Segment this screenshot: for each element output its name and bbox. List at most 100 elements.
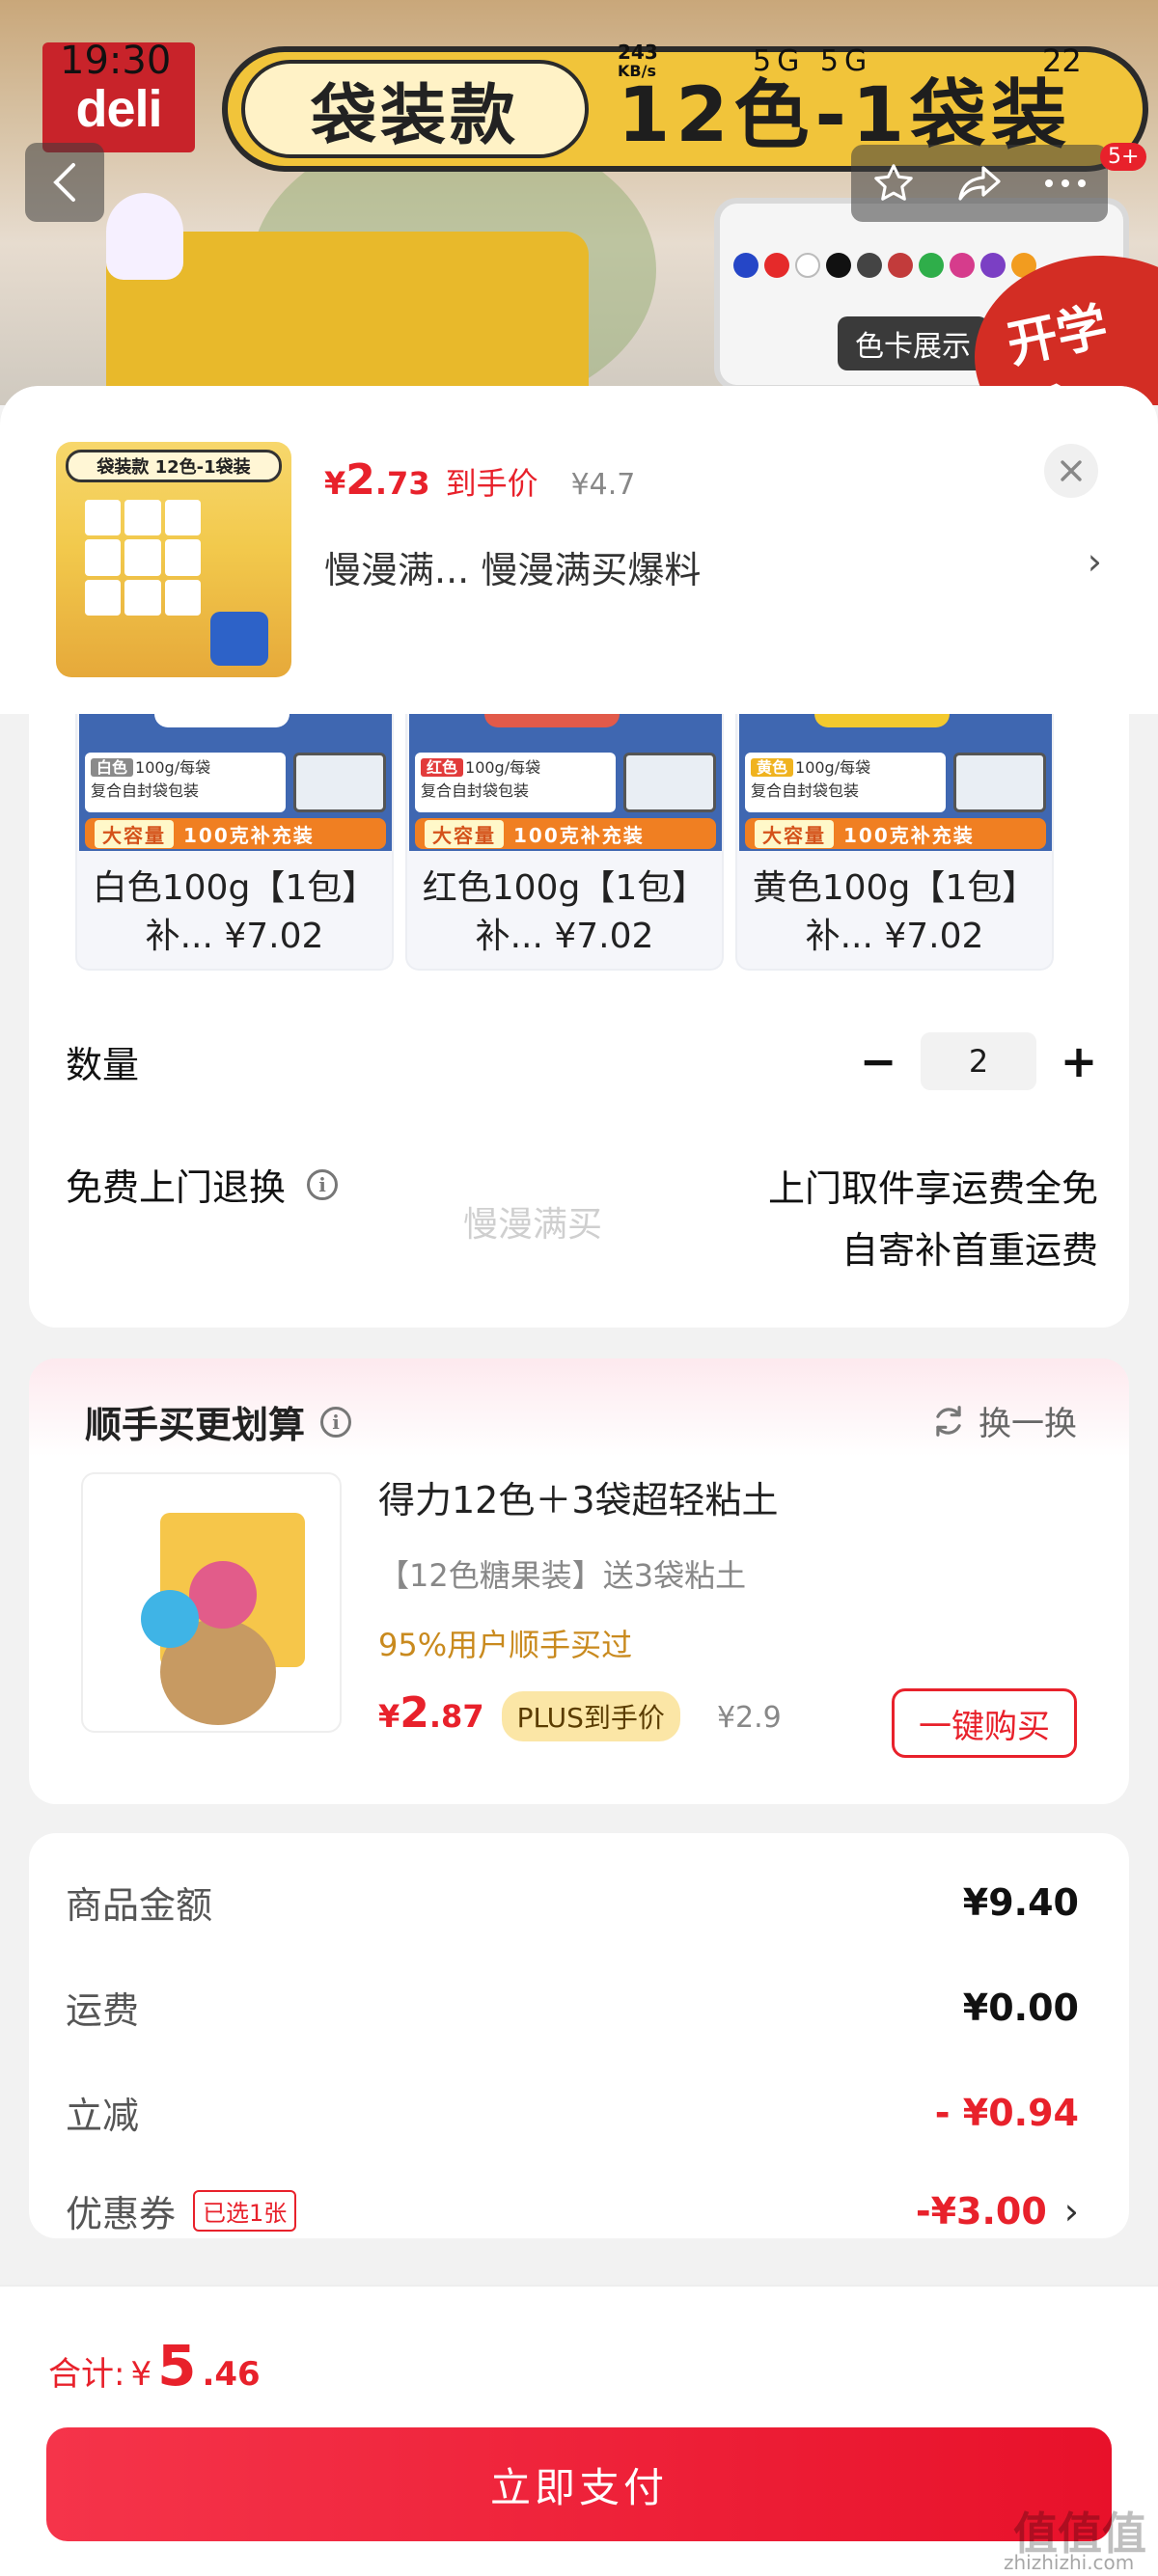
quantity-input[interactable]: 2 [921, 1032, 1036, 1090]
thumbnail-grid [85, 500, 201, 616]
quantity-stepper: − 2 + [859, 1032, 1098, 1090]
recommendation-original-price: ¥2.9 [716, 1701, 782, 1735]
decrease-button[interactable]: − [859, 1035, 897, 1087]
info-icon[interactable]: i [307, 1168, 339, 1200]
quantity-row: 数量 − 2 + [66, 1032, 1098, 1090]
favorite-button[interactable] [851, 145, 937, 222]
variant-option[interactable]: 黄色 100g/每袋 复合自封袋包装 大容量 100克补充装 黄色100g【1包】 … [735, 714, 1054, 971]
site-url: zhizhizhi.com [1004, 2551, 1135, 2574]
recommendation-price-row: ¥2.87 PLUS到手价 ¥2.9 [378, 1688, 782, 1741]
variant-option[interactable]: 白色 100g/每袋 复合自封袋包装 大容量 100克补充装 白色100g【1包】 … [75, 714, 394, 971]
variant-name: 红色100g【1包】 补... ¥7.02 [422, 868, 707, 956]
original-price: ¥4.7 [570, 468, 636, 502]
color-swatch [857, 253, 882, 278]
variant-name: 黄色100g【1包】 补... ¥7.02 [752, 868, 1037, 956]
variant-color-tag: 红色 [421, 758, 464, 777]
close-icon [1061, 460, 1082, 481]
color-swatch [733, 253, 758, 278]
watermark-text: 慢漫满买 [463, 1205, 603, 1245]
video-tutorial-icon [953, 753, 1046, 812]
message-count-badge: 5+ [1100, 143, 1147, 171]
add-on-recommendation-card: 顺手买更划算 i 换一换 得力12色＋3袋超轻粘土 【12色糖果装】送3袋粘土 … [29, 1358, 1129, 1804]
more-button[interactable] [1022, 145, 1108, 222]
top-actions [851, 145, 1108, 222]
status-bar: 19:30 243 KB/s 5G 5G 22 [0, 0, 1158, 125]
share-icon [958, 166, 1001, 201]
order-total: 合计: ¥ 5 .46 [48, 2333, 261, 2398]
color-swatch [826, 253, 851, 278]
refresh-icon [936, 1405, 961, 1437]
color-swatch [764, 253, 789, 278]
chevron-right-icon: › [1087, 540, 1102, 583]
video-tutorial-icon [293, 753, 386, 812]
recommendation-image[interactable] [81, 1472, 342, 1733]
one-click-buy-button[interactable]: 一键购买 [892, 1688, 1077, 1758]
variant-clay-top [154, 714, 290, 727]
variant-band: 大容量 100克补充装 [85, 818, 386, 849]
color-swatch [795, 253, 820, 278]
banner-card-label: 色卡展示 [838, 316, 988, 370]
plus-price-tag: PLUS到手价 [501, 1691, 680, 1741]
price-summary: 商品金额 ¥9.40 运费 ¥0.00 立减 - ¥0.94 优惠券 已选1张 -¥3.… [29, 1833, 1129, 2238]
checkout-footer: 合计: ¥ 5 .46 立即支付 值值值 zhizhizhi.com [0, 2285, 1158, 2576]
pay-now-button[interactable]: 立即支付 [46, 2427, 1112, 2541]
color-swatch [888, 253, 913, 278]
variant-clay-top [814, 714, 950, 727]
back-button[interactable] [25, 143, 104, 222]
recommendation-title: 顺手买更划算 i [85, 1395, 352, 1448]
color-swatches [733, 253, 1036, 278]
status-net-speed: 243 KB/s [618, 41, 658, 80]
recommendation-desc: 【12色糖果装】送3袋粘土 [378, 1557, 747, 1594]
recommendation-price: ¥2.87 [378, 1688, 484, 1738]
share-button[interactable] [937, 145, 1023, 222]
variant-pack: 复合自封袋包装 [751, 781, 860, 800]
final-price: ¥2.73 [324, 455, 430, 505]
star-icon [874, 164, 914, 201]
sheet-header: 袋装款 12色-1袋装 ¥2.73 到手价 ¥4.7 慢漫满... 慢漫满买爆料… [0, 386, 1158, 714]
signal-icons: 5G 5G [753, 44, 873, 78]
chevron-right-icon: › [1063, 2189, 1079, 2233]
variant-list: 白色 100g/每袋 复合自封袋包装 大容量 100克补充装 白色100g【1包】 … [75, 714, 1054, 971]
variant-info: 红色 100g/每袋 复合自封袋包装 [415, 753, 616, 812]
variant-info: 白色 100g/每袋 复合自封袋包装 [85, 753, 286, 812]
summary-row-discount: 立减 - ¥0.94 [66, 2091, 1079, 2138]
variant-band: 大容量 100克补充装 [415, 818, 716, 849]
increase-button[interactable]: + [1060, 1035, 1098, 1087]
color-swatch [980, 253, 1006, 278]
color-swatch [919, 253, 944, 278]
selected-spec-row[interactable]: 慢漫满... 慢漫满买爆料 › [324, 540, 1102, 593]
variant-option[interactable]: 红色 100g/每袋 复合自封袋包装 大容量 100克补充装 红色100g【1包】 … [405, 714, 724, 971]
color-swatch [950, 253, 975, 278]
variant-color-tag: 白色 [91, 758, 134, 777]
summary-row-coupon[interactable]: 优惠券 已选1张 -¥3.00 › [66, 2184, 1079, 2237]
thumbnail-title: 袋装款 12色-1袋装 [66, 450, 282, 482]
purchase-sheet: 袋装款 12色-1袋装 ¥2.73 到手价 ¥4.7 慢漫满... 慢漫满买爆料… [0, 386, 1158, 2576]
total-amount: 5 [157, 2333, 197, 2398]
close-button[interactable] [1044, 444, 1098, 498]
thumbnail-clay-icon [210, 612, 268, 666]
variant-band: 大容量 100克补充装 [745, 818, 1046, 849]
ghost-mascot-icon [106, 193, 183, 280]
variant-pack: 复合自封袋包装 [421, 781, 530, 800]
variant-info: 黄色 100g/每袋 复合自封袋包装 [745, 753, 946, 812]
return-policy-detail: 上门取件享运费全免 自寄补首重运费 [767, 1167, 1098, 1272]
variant-name: 白色100g【1包】 补... ¥7.02 [92, 868, 377, 956]
video-tutorial-icon [623, 753, 716, 812]
final-price-tag: 到手价 [445, 465, 538, 502]
recommendation-social-proof: 95%用户顺手买过 [378, 1627, 633, 1663]
variant-clay-top [484, 714, 620, 727]
options-panel: 白色 100g/每袋 复合自封袋包装 大容量 100克补充装 白色100g【1包】 … [29, 714, 1129, 1328]
variant-color-tag: 黄色 [751, 758, 794, 777]
product-thumbnail[interactable]: 袋装款 12色-1袋装 [56, 442, 291, 677]
variant-pack: 复合自封袋包装 [91, 781, 200, 800]
summary-row-shipping: 运费 ¥0.00 [66, 1986, 1079, 2033]
selected-spec-text: 慢漫满... 慢漫满买爆料 [324, 549, 702, 591]
total-label: 合计: [48, 2355, 125, 2394]
coupon-selected-tag: 已选1张 [193, 2190, 297, 2232]
info-icon[interactable]: i [320, 1406, 352, 1438]
more-dots-icon [1044, 179, 1086, 187]
price-row: ¥2.73 到手价 ¥4.7 [324, 455, 635, 505]
swap-button[interactable]: 换一换 [930, 1397, 1077, 1444]
recommendation-name[interactable]: 得力12色＋3袋超轻粘土 [378, 1470, 779, 1523]
battery-icon: 22 [1042, 42, 1082, 79]
